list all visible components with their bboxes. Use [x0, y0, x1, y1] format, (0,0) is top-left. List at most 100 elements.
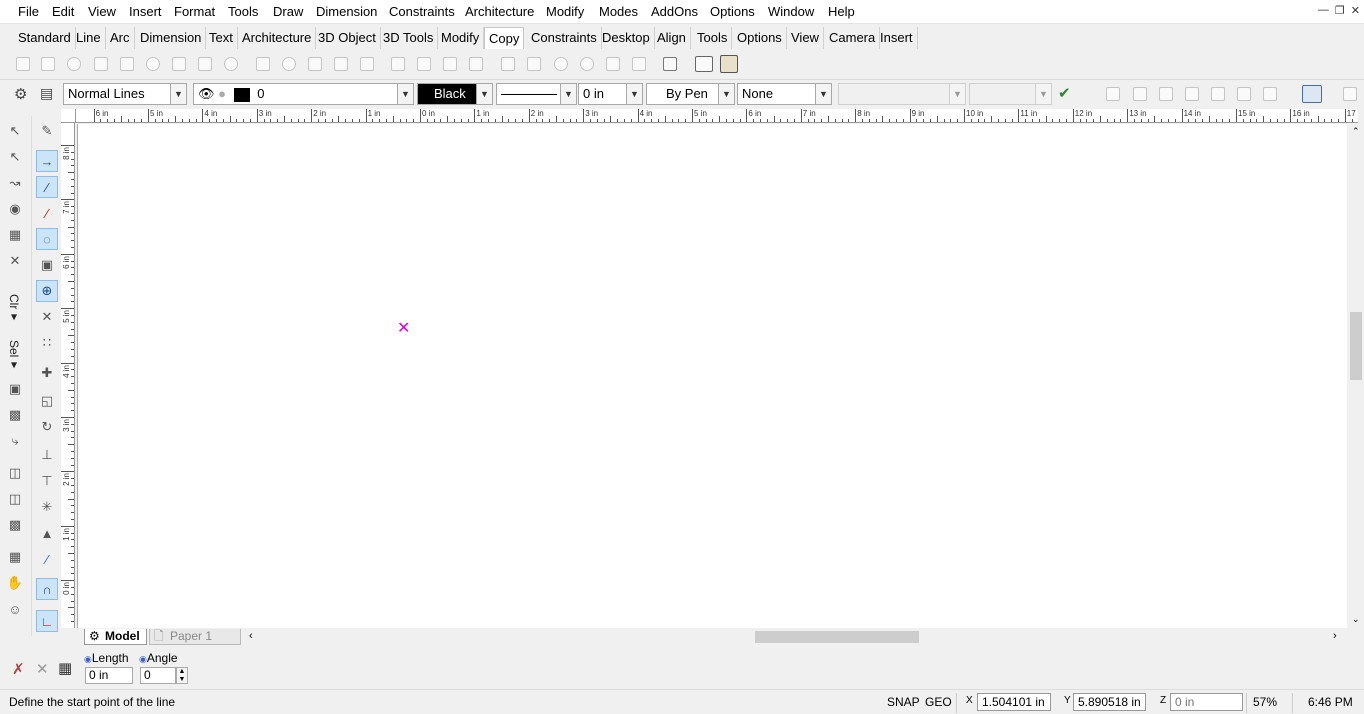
tab-options[interactable]: Options: [733, 27, 787, 49]
menu-modes[interactable]: Modes: [599, 4, 638, 19]
menu-tools[interactable]: Tools: [228, 4, 258, 19]
tab-insert[interactable]: Insert: [876, 27, 918, 49]
angle-input[interactable]: 0: [140, 667, 176, 684]
copy-linear-icon[interactable]: [256, 57, 270, 71]
copy-rotate-icon[interactable]: [67, 57, 81, 71]
menu-draw[interactable]: Draw: [273, 4, 303, 19]
snap-intersection-icon[interactable]: ∕: [36, 202, 58, 224]
select-lasso-icon[interactable]: ⤷: [4, 430, 26, 452]
pan-hand-icon[interactable]: ✋: [4, 572, 26, 594]
tab-camera[interactable]: Camera: [825, 27, 881, 49]
copy-radial-icon[interactable]: [146, 57, 160, 71]
prop-tool-6-icon[interactable]: [1237, 87, 1251, 101]
copy-matrix-icon[interactable]: [632, 57, 646, 71]
minimize-icon[interactable]: —: [1318, 4, 1329, 17]
horizontal-scrollbar[interactable]: ‹ ›: [247, 630, 1341, 644]
paste-clipboard-icon[interactable]: [720, 55, 738, 73]
close-icon[interactable]: ✕: [1351, 4, 1360, 17]
cancel-tool-icon[interactable]: ✗: [12, 660, 25, 678]
copy-path-icon[interactable]: [224, 57, 238, 71]
horizontal-scroll-thumb[interactable]: [755, 631, 919, 643]
menu-dimension[interactable]: Dimension: [316, 4, 377, 19]
scroll-down-icon[interactable]: ⌄: [1352, 614, 1360, 625]
snap-quadrant-icon[interactable]: ⊕: [36, 280, 58, 302]
properties-panel-icon[interactable]: [1343, 87, 1357, 101]
copy-tool-icon[interactable]: [16, 57, 30, 71]
tab-align[interactable]: Align: [653, 27, 691, 49]
snap-end-point-icon[interactable]: →: [36, 150, 58, 172]
menu-architecture[interactable]: Architecture: [465, 4, 534, 19]
lock-icon[interactable]: ◉: [139, 654, 147, 664]
select-fence-icon[interactable]: ▩: [4, 404, 26, 426]
menu-modify[interactable]: Modify: [546, 4, 584, 19]
color-select[interactable]: Black ▼: [417, 83, 493, 105]
select-arrow-icon[interactable]: ↖: [4, 120, 26, 142]
snap-grid-points-icon[interactable]: ∷: [36, 332, 58, 354]
gear-icon[interactable]: ⚙: [14, 85, 27, 103]
length-input[interactable]: 0 in: [85, 667, 133, 684]
tab-view[interactable]: View: [787, 27, 824, 49]
snap-cross-icon[interactable]: ✕: [36, 306, 58, 328]
tab-modify[interactable]: Modify: [437, 27, 485, 49]
x-coord-field[interactable]: 1.504101 in: [977, 693, 1051, 711]
snap-center-icon[interactable]: ◌: [36, 228, 58, 250]
snap-nearest-icon[interactable]: ✳: [36, 496, 58, 518]
copy-flip-icon[interactable]: [334, 57, 348, 71]
fill-select[interactable]: None ▼: [737, 83, 832, 105]
pattern-icon[interactable]: ▩: [4, 514, 26, 536]
line-style-icon[interactable]: ▤: [40, 85, 53, 102]
copy-special-icon[interactable]: [663, 57, 677, 71]
copy-triangle-icon[interactable]: [527, 57, 541, 71]
layers-manager-icon[interactable]: [1302, 85, 1322, 103]
tab-tools[interactable]: Tools: [693, 27, 733, 49]
angle-stepper[interactable]: ▲ ▼: [176, 667, 188, 684]
tab-dimension[interactable]: Dimension: [136, 27, 207, 49]
menu-view[interactable]: View: [88, 4, 116, 19]
tab-standard[interactable]: Standard: [14, 27, 76, 49]
snap-toggle[interactable]: SNAP: [887, 695, 920, 709]
lock-icon[interactable]: ◉: [84, 654, 92, 664]
tab-paper-1[interactable]: 🗋 Paper 1: [149, 629, 241, 645]
select-window-icon[interactable]: ▣: [4, 378, 26, 400]
vertical-scroll-thumb[interactable]: [1350, 312, 1362, 380]
font-size-select[interactable]: ▼: [969, 83, 1052, 105]
menu-help[interactable]: Help: [828, 4, 855, 19]
check-pen-icon[interactable]: ✔: [1058, 84, 1071, 102]
snap-box-icon[interactable]: ▣: [36, 254, 58, 276]
copy-along-icon[interactable]: [417, 57, 431, 71]
line-style-select[interactable]: Normal Lines ▼: [63, 83, 187, 105]
snap-settings-icon[interactable]: ✎: [36, 120, 58, 142]
prop-tool-2-icon[interactable]: [1133, 87, 1147, 101]
tab-constraints[interactable]: Constraints: [527, 27, 602, 49]
select-cross-icon[interactable]: ▦: [4, 224, 26, 246]
copy-cylinder-icon[interactable]: [606, 57, 620, 71]
copy-grid-icon[interactable]: [120, 57, 134, 71]
snap-distance-icon[interactable]: ✚: [36, 362, 58, 384]
delete-icon[interactable]: ✕: [4, 250, 26, 272]
copy-pattern-icon[interactable]: [469, 57, 483, 71]
table-icon[interactable]: ▦: [58, 659, 72, 677]
menu-options[interactable]: Options: [710, 4, 755, 19]
tab-line[interactable]: Line: [72, 27, 106, 49]
view-fit-icon[interactable]: ◫: [4, 462, 26, 484]
snap-face-icon[interactable]: ◱: [36, 390, 58, 412]
menu-file[interactable]: File: [18, 4, 39, 19]
z-coord-field[interactable]: [1170, 693, 1243, 711]
pen-select[interactable]: By Pen ▼: [646, 83, 735, 105]
prop-tool-1-icon[interactable]: [1106, 87, 1120, 101]
geo-toggle[interactable]: GEO: [925, 695, 952, 709]
tab-3d-object[interactable]: 3D Object: [314, 27, 381, 49]
menu-edit[interactable]: Edit: [52, 4, 74, 19]
snap-vector-icon[interactable]: ∕: [36, 548, 58, 570]
zoom-level[interactable]: 57%: [1253, 695, 1277, 709]
menu-constraints[interactable]: Constraints: [389, 4, 455, 19]
tab-text[interactable]: Text: [205, 27, 238, 49]
scroll-right-icon[interactable]: ›: [1333, 630, 1337, 642]
menu-window[interactable]: Window: [768, 4, 814, 19]
clear-label[interactable]: Clr▾: [7, 294, 21, 323]
snap-perpendicular-icon[interactable]: ⊥: [36, 444, 58, 466]
select-group-icon[interactable]: ◉: [4, 198, 26, 220]
scroll-up-icon[interactable]: ⌃: [1352, 126, 1360, 137]
copy-document-icon[interactable]: [695, 56, 713, 72]
select-node-icon[interactable]: ↖: [4, 146, 26, 168]
